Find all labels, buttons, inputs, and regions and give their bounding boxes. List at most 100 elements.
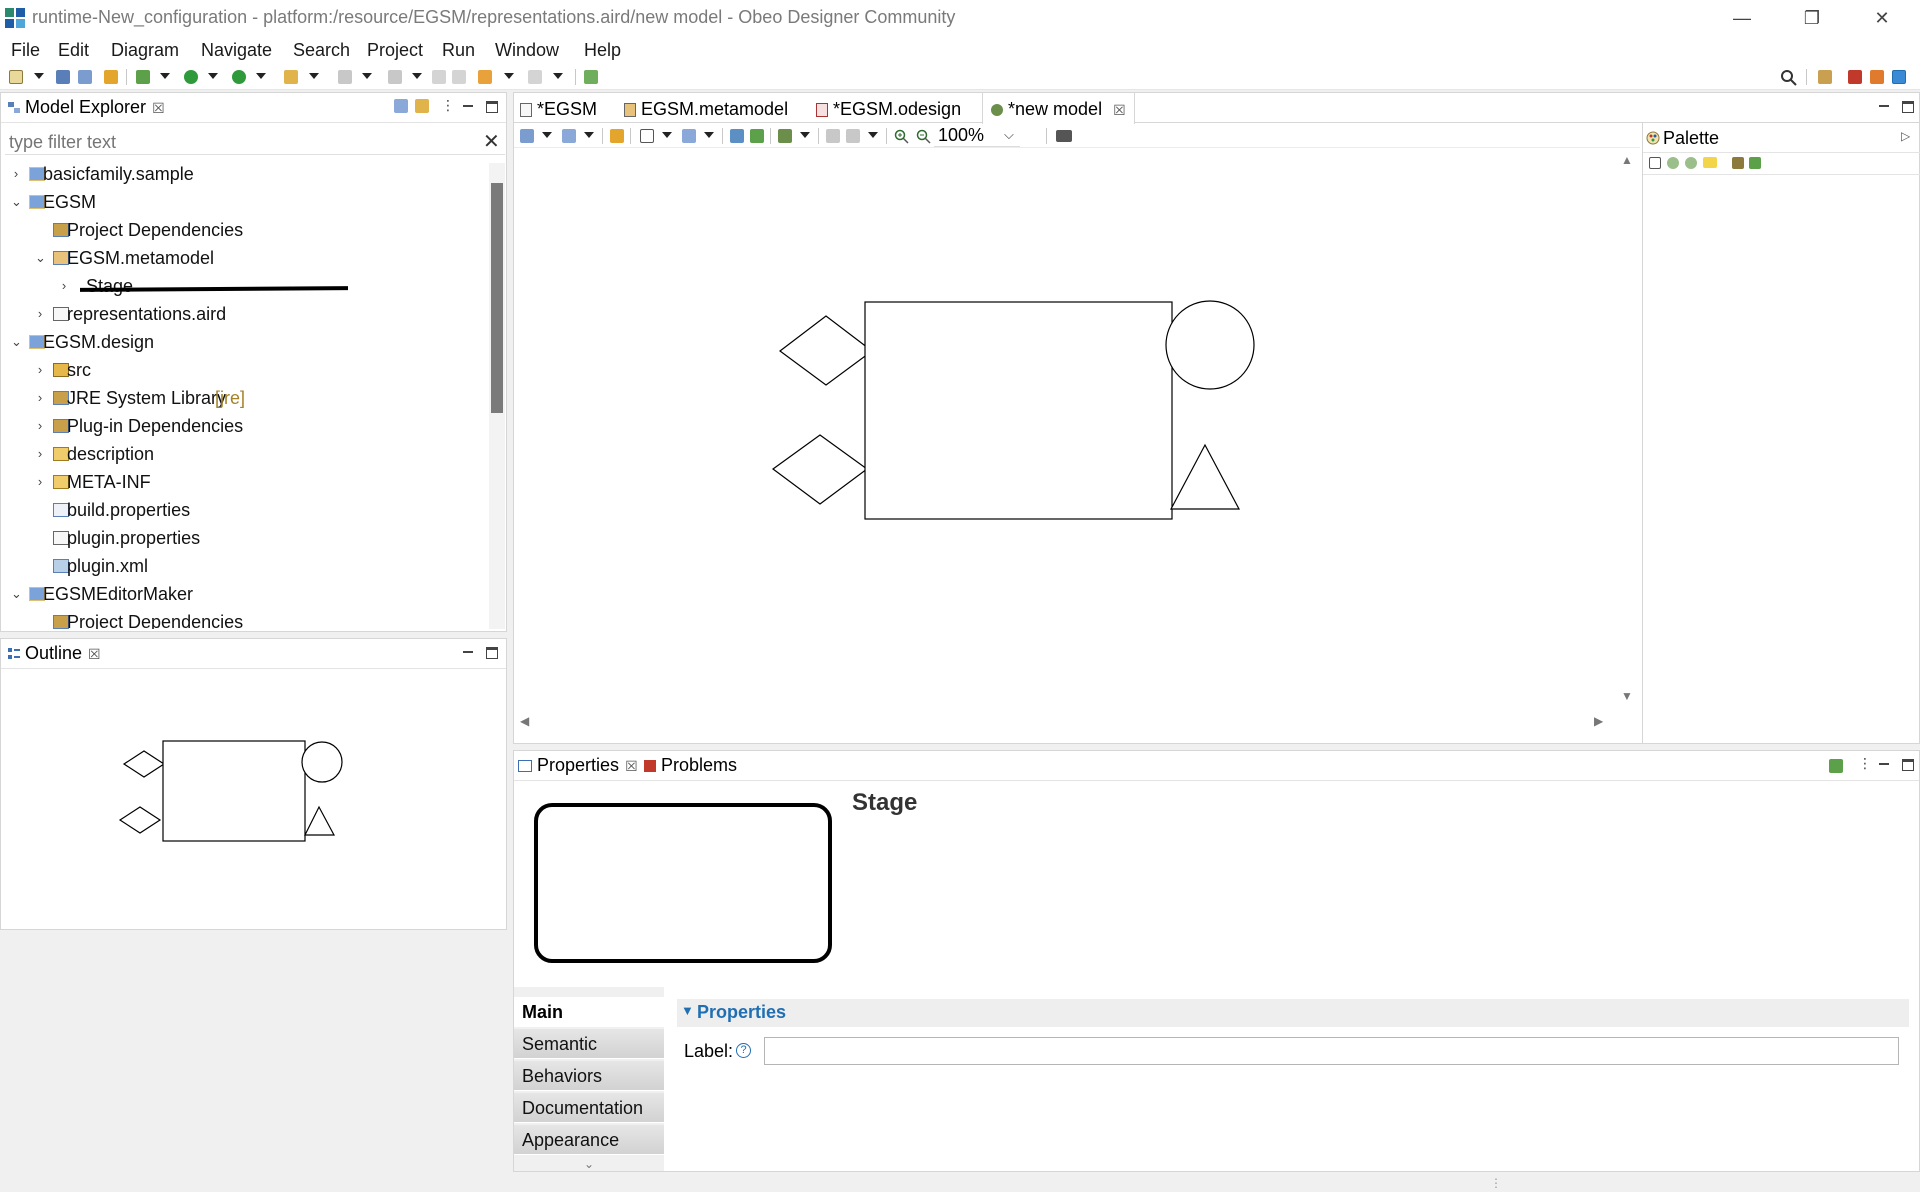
diamond-node-bottom[interactable]	[771, 434, 869, 505]
back-icon[interactable]	[478, 70, 492, 84]
scroll-up-icon[interactable]: ▲	[1621, 153, 1633, 167]
tree-item[interactable]: › src	[1, 359, 487, 382]
menu-navigate[interactable]: Navigate	[201, 40, 272, 61]
connection-tool-icon[interactable]	[1732, 157, 1744, 169]
zoom-dropdown-icon[interactable]: ⌵	[1004, 127, 1014, 143]
section-expand-icon[interactable]: ▼	[681, 1003, 694, 1018]
triangle-node[interactable]	[1170, 443, 1240, 510]
side-tabs-scroll-icon[interactable]: ⌄	[584, 1157, 594, 1171]
menu-project[interactable]: Project	[367, 40, 423, 61]
back-history-icon[interactable]	[452, 70, 466, 84]
previous-annotation-dropdown-icon[interactable]	[412, 73, 422, 79]
paste-format-icon[interactable]	[846, 129, 860, 143]
search-icon[interactable]	[1780, 69, 1797, 86]
maximize-view-icon[interactable]	[486, 101, 498, 113]
link-with-editor-icon[interactable]	[415, 99, 429, 113]
tree-item[interactable]: ⌄ EGSM.metamodel	[1, 247, 487, 270]
expand-arrow-icon[interactable]: ›	[35, 362, 45, 377]
menu-window[interactable]: Window	[495, 40, 559, 61]
tree-item[interactable]: › basicfamily.sample	[1, 163, 487, 186]
tree-item[interactable]: Project Dependencies	[1, 611, 487, 629]
note-tool-icon[interactable]	[1703, 157, 1717, 168]
layer-dropdown-icon[interactable]	[662, 132, 672, 138]
back-dropdown-icon[interactable]	[504, 73, 514, 79]
minimize-editor-icon[interactable]	[1878, 101, 1890, 113]
expand-arrow-icon[interactable]: ›	[35, 418, 45, 433]
forward-dropdown-icon[interactable]	[553, 73, 563, 79]
tree-item[interactable]: › JRE System Library [jre]	[1, 387, 487, 410]
pin-icon[interactable]	[730, 129, 744, 143]
expand-arrow-icon[interactable]: ›	[35, 474, 45, 489]
menu-run[interactable]: Run	[442, 40, 475, 61]
external-tools-dropdown-icon[interactable]	[256, 73, 266, 79]
stage-rectangle-node[interactable]	[864, 301, 1173, 520]
menu-help[interactable]: Help	[584, 40, 621, 61]
tree-scrollbar-thumb[interactable]	[491, 183, 503, 413]
filters-dropdown-icon[interactable]	[704, 132, 714, 138]
outline-diagram-thumbnail[interactable]	[111, 739, 351, 859]
side-tab-main[interactable]: Main	[514, 997, 664, 1027]
open-type-dropdown-icon[interactable]	[309, 73, 319, 79]
canvas-horizontal-scrollbar[interactable]: ◀ ▶	[514, 713, 1614, 733]
side-tab-appearance[interactable]: Appearance	[514, 1125, 664, 1155]
new-dropdown-icon[interactable]	[34, 73, 44, 79]
side-tab-documentation[interactable]: Documentation	[514, 1093, 664, 1123]
collapse-arrow-icon[interactable]: ⌄	[11, 194, 22, 210]
zoom-combo[interactable]: 100% ⌵	[934, 125, 1020, 147]
tree-scrollbar[interactable]	[489, 163, 505, 629]
scroll-right-icon[interactable]: ▶	[1594, 714, 1603, 728]
close-window-button[interactable]: ✕	[1862, 4, 1902, 32]
side-tab-semantic[interactable]: Semantic	[514, 1029, 664, 1059]
forward-icon[interactable]	[528, 70, 542, 84]
collapse-arrow-icon[interactable]: ⌄	[11, 334, 22, 350]
diagram-canvas[interactable]	[514, 149, 1640, 711]
expand-arrow-icon[interactable]: ›	[59, 278, 69, 293]
expand-arrow-icon[interactable]: ›	[11, 166, 21, 181]
expand-arrow-icon[interactable]: ›	[35, 306, 45, 321]
label-input[interactable]	[764, 1037, 1899, 1065]
tree-item[interactable]: › META-INF	[1, 471, 487, 494]
layer-icon[interactable]	[640, 129, 654, 143]
open-perspective-icon[interactable]	[584, 70, 598, 84]
canvas-vertical-scrollbar[interactable]: ▲ ▼	[1614, 149, 1640, 711]
tree-item[interactable]: › Stage	[1, 275, 487, 298]
tree-item[interactable]: › Plug-in Dependencies	[1, 415, 487, 438]
next-annotation-icon[interactable]	[338, 70, 352, 84]
tree-item[interactable]: › description	[1, 443, 487, 466]
close-tab-icon[interactable]: ☒	[88, 646, 101, 662]
external-tools-icon[interactable]	[232, 70, 246, 84]
select-dropdown-icon[interactable]	[584, 132, 594, 138]
tree-item[interactable]: ⌄ EGSM.design	[1, 331, 487, 354]
maximize-view-icon[interactable]	[1902, 759, 1914, 771]
tree-item[interactable]: plugin.properties	[1, 527, 487, 550]
model-explorer-tab[interactable]: Model Explorer ☒	[25, 97, 165, 118]
zoom-in-icon[interactable]	[894, 129, 909, 144]
select-all-icon[interactable]	[562, 129, 576, 143]
expand-arrow-icon[interactable]: ›	[35, 390, 45, 405]
menu-edit[interactable]: Edit	[58, 40, 89, 61]
new-wizard-icon[interactable]	[9, 70, 23, 84]
diamond-node-top[interactable]	[778, 315, 874, 386]
minimize-view-icon[interactable]	[462, 647, 474, 659]
editor-tab-egsm-odesign[interactable]: *EGSM.odesign	[816, 93, 961, 123]
properties-section-header[interactable]: ▼ Properties	[677, 999, 1909, 1027]
minimize-view-icon[interactable]	[1878, 759, 1890, 771]
tree-item[interactable]: build.properties	[1, 499, 487, 522]
hide-element-icon[interactable]	[778, 129, 792, 143]
editor-tab-egsm-metamodel[interactable]: EGSM.metamodel	[624, 93, 788, 123]
close-tab-icon[interactable]: ☒	[152, 100, 165, 116]
clear-filter-icon[interactable]: ✕	[483, 129, 500, 154]
circle-node[interactable]	[1165, 300, 1255, 390]
collapse-all-icon[interactable]	[394, 99, 408, 113]
tree-item[interactable]: › representations.aird	[1, 303, 487, 326]
menu-search[interactable]: Search	[293, 40, 350, 61]
debug-icon[interactable]	[136, 70, 150, 84]
pin-properties-icon[interactable]	[1829, 759, 1843, 773]
next-annotation-dropdown-icon[interactable]	[362, 73, 372, 79]
collapse-arrow-icon[interactable]: ⌄	[11, 586, 22, 602]
filters-icon[interactable]	[682, 129, 696, 143]
view-menu-icon[interactable]	[1856, 755, 1872, 772]
maximize-view-icon[interactable]	[486, 647, 498, 659]
sirius-perspective-icon[interactable]	[1848, 70, 1862, 84]
open-perspective-button-icon[interactable]	[1818, 70, 1832, 84]
